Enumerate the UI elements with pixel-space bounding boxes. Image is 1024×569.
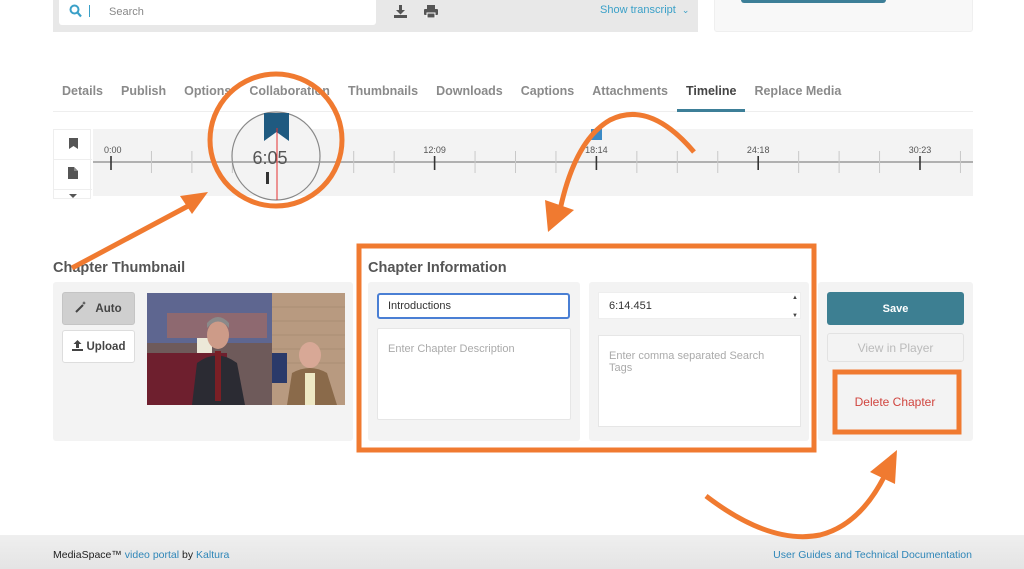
magic-wand-icon <box>75 301 87 316</box>
edit-tabs: Details Publish Options Collaboration Th… <box>53 78 973 112</box>
annotation-arrow-3 <box>704 450 897 540</box>
side-card-button[interactable] <box>741 0 886 3</box>
search-tags-textarea[interactable] <box>598 335 801 427</box>
chapter-time-input[interactable] <box>598 292 801 319</box>
chapter-title-input[interactable] <box>377 293 570 319</box>
footer: MediaSpace™ video portal by Kaltura User… <box>0 535 1024 569</box>
chapter-information-title: Chapter Information <box>368 260 507 276</box>
show-transcript-toggle[interactable]: Show transcript ⌄ <box>600 4 689 16</box>
auto-thumbnail-button[interactable]: Auto <box>62 292 135 325</box>
slide-icon <box>68 166 78 184</box>
download-icon[interactable] <box>394 5 408 19</box>
upload-icon <box>71 339 83 354</box>
tab-captions[interactable]: Captions <box>512 78 583 112</box>
tab-thumbnails[interactable]: Thumbnails <box>339 78 427 112</box>
user-guides-link[interactable]: User Guides and Technical Documentation <box>773 549 972 561</box>
tab-details[interactable]: Details <box>53 78 112 112</box>
chapter-thumbnail-image <box>147 293 345 405</box>
timeline-tools <box>53 129 92 200</box>
bookmark-icon <box>68 136 78 154</box>
tab-attachments[interactable]: Attachments <box>583 78 677 112</box>
video-portal-link[interactable]: video portal <box>125 549 179 561</box>
search-separator <box>89 5 90 17</box>
timeline-ruler[interactable]: 0:00 12:09 18:14 24:18 30:23 <box>93 129 973 196</box>
chapter-marker[interactable] <box>591 129 602 140</box>
chapter-thumbnail-title: Chapter Thumbnail <box>53 260 186 276</box>
side-card <box>714 0 973 32</box>
time-increment-icon[interactable]: ▲ <box>790 295 800 305</box>
footer-credits: MediaSpace™ video portal by Kaltura <box>53 549 229 561</box>
timeline-svg[interactable]: 0:00 12:09 18:14 24:18 30:23 <box>93 129 973 196</box>
show-transcript-label: Show transcript <box>600 4 676 16</box>
tick-label: 30:23 <box>909 145 932 155</box>
tick-label: 12:09 <box>423 145 446 155</box>
search-input[interactable] <box>109 4 359 20</box>
tick-label: 24:18 <box>747 145 770 155</box>
tab-replace-media[interactable]: Replace Media <box>745 78 850 112</box>
kaltura-link[interactable]: Kaltura <box>196 549 229 561</box>
delete-chapter-button[interactable]: Delete Chapter <box>840 377 950 427</box>
chapter-description-textarea[interactable] <box>377 328 571 420</box>
print-icon[interactable] <box>424 5 438 19</box>
footer-by: by <box>182 549 194 561</box>
caret-down-icon <box>69 186 77 204</box>
auto-label: Auto <box>95 302 122 315</box>
search-box[interactable] <box>59 0 376 25</box>
view-in-player-button[interactable]: View in Player <box>827 333 964 362</box>
upload-thumbnail-button[interactable]: Upload <box>62 330 135 363</box>
tick-label: 18:14 <box>585 145 608 155</box>
footer-brand: MediaSpace™ <box>53 549 122 561</box>
chevron-down-icon: ⌄ <box>681 5 690 15</box>
search-icon[interactable] <box>69 4 83 20</box>
save-button[interactable]: Save <box>827 292 964 325</box>
annotation-arrow-1 <box>70 192 208 271</box>
time-decrement-icon[interactable]: ▼ <box>790 313 800 323</box>
tab-options[interactable]: Options <box>175 78 240 112</box>
tab-timeline[interactable]: Timeline <box>676 78 746 112</box>
add-chapter-button[interactable] <box>54 130 92 160</box>
upload-label: Upload <box>86 340 126 353</box>
more-tools-button[interactable] <box>54 190 92 200</box>
tab-publish[interactable]: Publish <box>112 78 175 112</box>
tick-label: 0:00 <box>104 145 122 155</box>
tab-collaboration[interactable]: Collaboration <box>240 78 339 112</box>
tab-downloads[interactable]: Downloads <box>427 78 512 112</box>
